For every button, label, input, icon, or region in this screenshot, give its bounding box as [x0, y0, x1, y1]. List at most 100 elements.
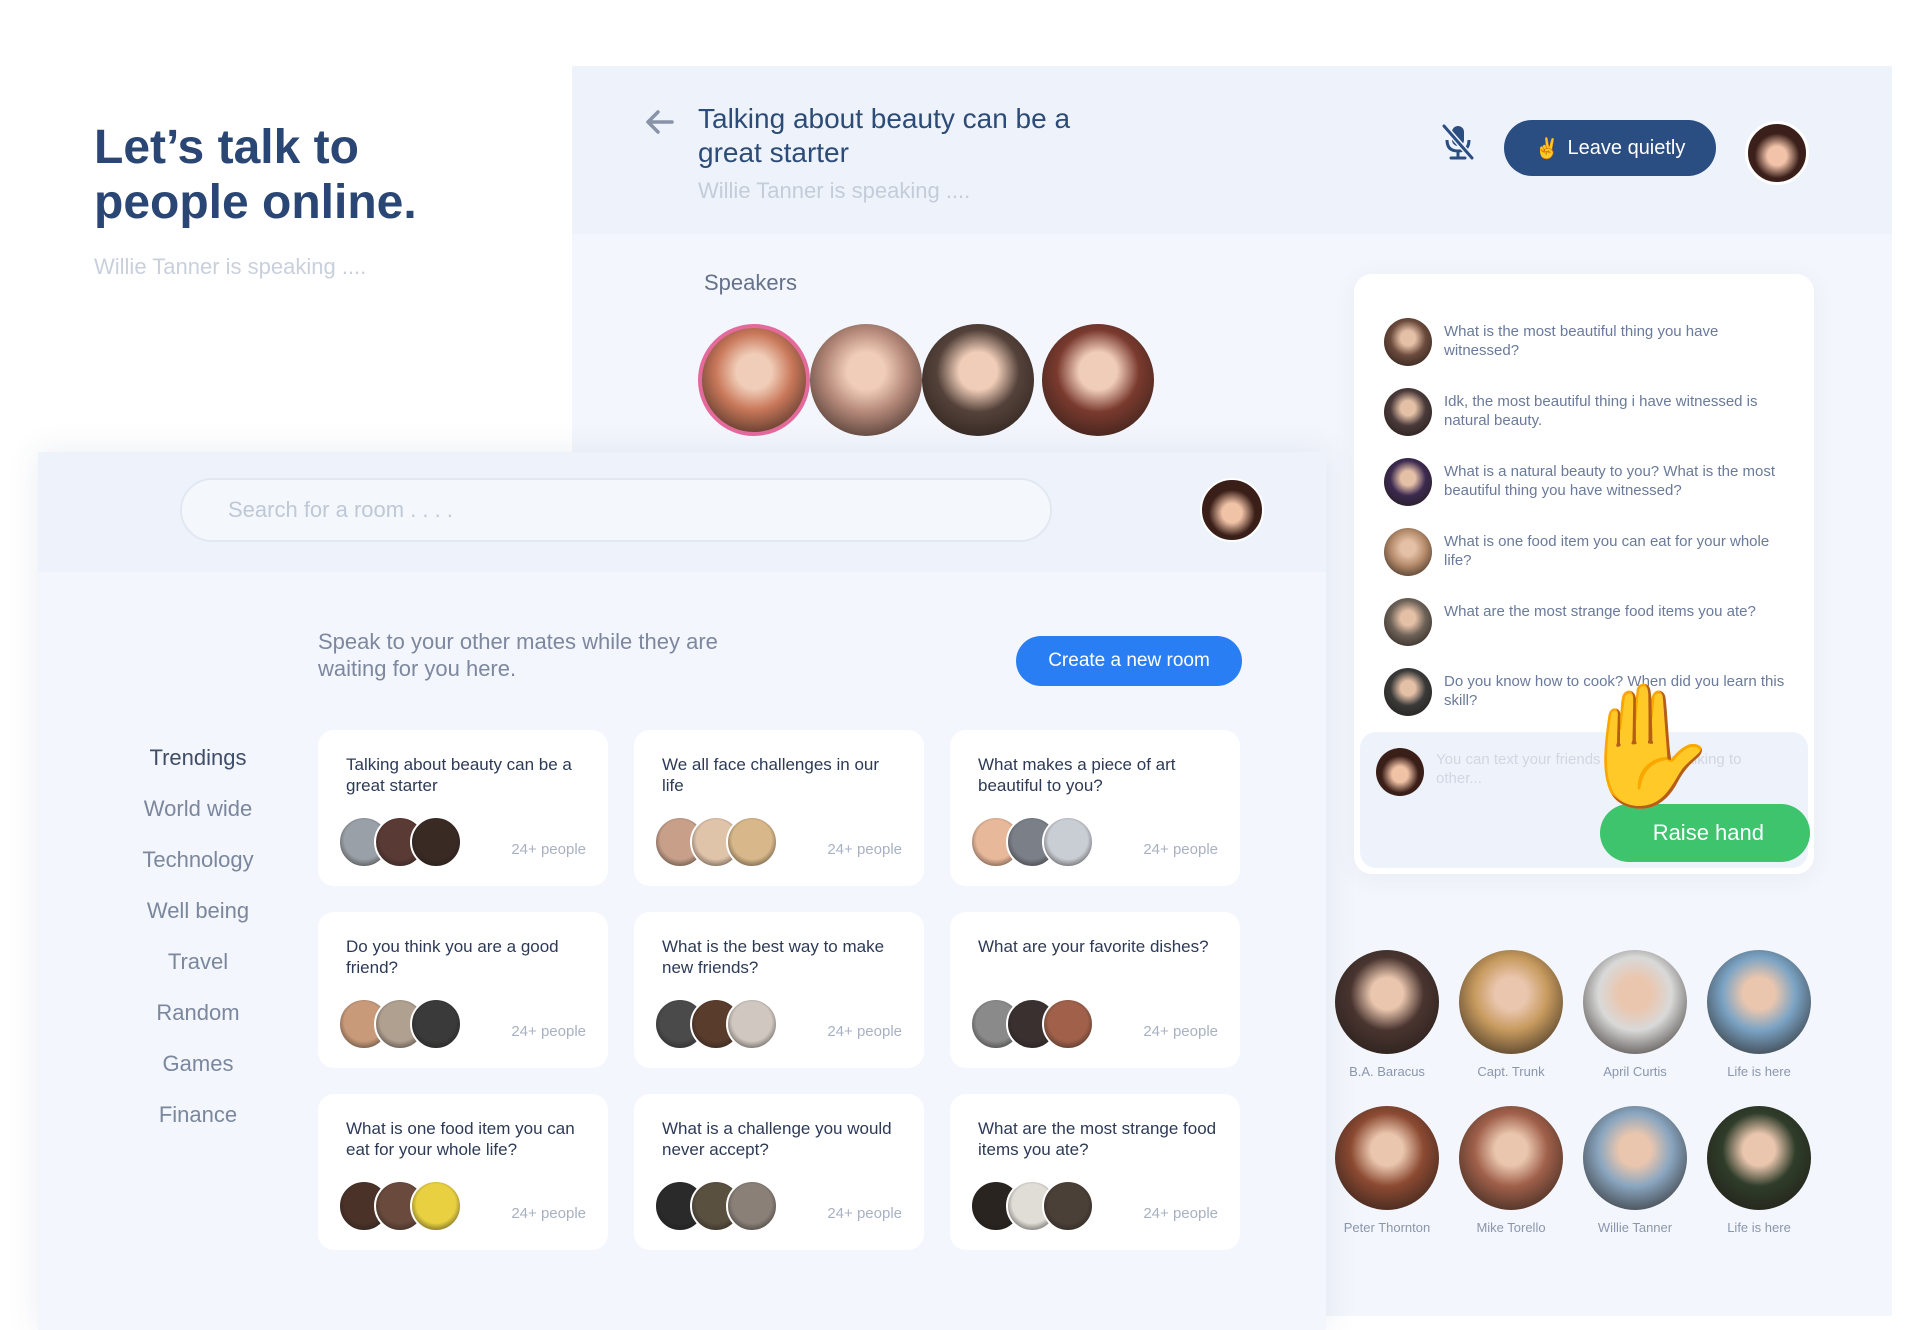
room-card[interactable]: What is one food item you can eat for yo…: [318, 1094, 608, 1250]
room-card-title: What is a challenge you would never acce…: [662, 1119, 892, 1159]
victory-hand-icon: ✌️: [1534, 137, 1560, 160]
room-card[interactable]: What are the most strange food items you…: [950, 1094, 1240, 1250]
speaker-avatar[interactable]: [810, 324, 922, 436]
audience-name: Life is here: [1727, 1220, 1791, 1235]
audience-member[interactable]: Life is here: [1704, 950, 1814, 1079]
category-world-wide[interactable]: World wide: [98, 783, 298, 834]
room-card-count: 24+ people: [827, 1205, 902, 1222]
room-card[interactable]: Talking about beauty can be a great star…: [318, 730, 608, 886]
room-card-count: 24+ people: [827, 841, 902, 858]
audience-member[interactable]: Capt. Trunk: [1456, 950, 1566, 1079]
participant-avatars: [338, 816, 478, 868]
category-finance[interactable]: Finance: [98, 1089, 298, 1140]
chat-avatar: [1384, 318, 1432, 366]
audience-member[interactable]: Life is here: [1704, 1106, 1814, 1235]
chat-avatar: [1384, 528, 1432, 576]
user-avatar[interactable]: [1745, 121, 1809, 185]
mic-off-icon[interactable]: [1436, 120, 1480, 164]
participant-avatar: [726, 1180, 778, 1232]
category-technology[interactable]: Technology: [98, 834, 298, 885]
audience-name: April Curtis: [1603, 1064, 1667, 1079]
room-card-title: What is one food item you can eat for yo…: [346, 1119, 575, 1159]
room-card-count: 24+ people: [511, 1205, 586, 1222]
search-input[interactable]: [180, 478, 1052, 542]
participant-avatar: [726, 998, 778, 1050]
chat-message: What are the most strange food items you…: [1384, 598, 1794, 646]
audience-member[interactable]: Mike Torello: [1456, 1106, 1566, 1235]
audience-name: Peter Thornton: [1343, 1220, 1431, 1235]
participant-avatars: [654, 816, 794, 868]
back-arrow-icon[interactable]: [642, 104, 678, 140]
participant-avatars: [338, 1180, 478, 1232]
room-card-count: 24+ people: [827, 1023, 902, 1040]
hero-title: Let’s talk to people online.: [94, 121, 417, 229]
chat-message: What is one food item you can eat for yo…: [1384, 528, 1794, 576]
audience-avatar: [1459, 1106, 1563, 1210]
room-card-title: What are the most strange food items you…: [978, 1119, 1217, 1159]
create-room-button[interactable]: Create a new room: [1016, 636, 1242, 686]
participant-avatars: [970, 816, 1110, 868]
category-trendings[interactable]: Trendings: [98, 732, 298, 783]
speaker-avatar[interactable]: [1042, 324, 1154, 436]
chat-avatar: [1384, 458, 1432, 506]
participant-avatar: [726, 816, 778, 868]
speakers-label: Speakers: [704, 270, 797, 295]
audience-avatar: [1583, 950, 1687, 1054]
room-title: Talking about beauty can be a great star…: [698, 103, 1071, 168]
room-card[interactable]: What are your favorite dishes? 24+ people: [950, 912, 1240, 1068]
audience-avatar: [1335, 1106, 1439, 1210]
room-status: Willie Tanner is speaking ....: [698, 178, 971, 203]
audience-member[interactable]: Willie Tanner: [1580, 1106, 1690, 1235]
audience-avatar: [1459, 950, 1563, 1054]
room-card-title: Talking about beauty can be a great star…: [346, 755, 572, 795]
category-random[interactable]: Random: [98, 987, 298, 1038]
chat-message-text: What is the most beautiful thing you hav…: [1444, 323, 1719, 359]
room-card[interactable]: What is a challenge you would never acce…: [634, 1094, 924, 1250]
chat-message-text: What is a natural beauty to you? What is…: [1444, 463, 1775, 499]
chat-message-text: What are the most strange food items you…: [1444, 603, 1756, 620]
participant-avatar: [1042, 1180, 1094, 1232]
chat-message: What is a natural beauty to you? What is…: [1384, 458, 1794, 506]
room-card[interactable]: Do you think you are a good friend? 24+ p…: [318, 912, 608, 1068]
participant-avatars: [970, 998, 1110, 1050]
audience-member[interactable]: April Curtis: [1580, 950, 1690, 1079]
room-card-title: We all face challenges in our life: [662, 755, 880, 795]
raised-hand-icon: ✋: [1572, 679, 1722, 813]
room-card-count: 24+ people: [511, 841, 586, 858]
participant-avatar: [410, 998, 462, 1050]
audience-avatar: [1583, 1106, 1687, 1210]
participant-avatars: [654, 1180, 794, 1232]
category-travel[interactable]: Travel: [98, 936, 298, 987]
speaker-avatar[interactable]: [698, 324, 810, 436]
leave-quietly-button[interactable]: ✌️ Leave quietly: [1504, 120, 1716, 176]
raise-hand-label: Raise hand: [1652, 820, 1764, 845]
chat-avatar: [1384, 598, 1432, 646]
participant-avatar: [410, 1180, 462, 1232]
audience-name: Mike Torello: [1476, 1220, 1546, 1235]
leave-quietly-label: Leave quietly: [1567, 136, 1686, 159]
room-card[interactable]: What makes a piece of art beautiful to y…: [950, 730, 1240, 886]
audience-avatar: [1707, 1106, 1811, 1210]
room-card[interactable]: What is the best way to make new friends…: [634, 912, 924, 1068]
speaker-avatar[interactable]: [922, 324, 1034, 436]
audience-name: Willie Tanner: [1597, 1220, 1673, 1235]
user-avatar[interactable]: [1200, 478, 1264, 542]
room-card-count: 24+ people: [1143, 841, 1218, 858]
room-card[interactable]: We all face challenges in our life 24+ pe…: [634, 730, 924, 886]
chat-avatar: [1384, 388, 1432, 436]
category-games[interactable]: Games: [98, 1038, 298, 1089]
participant-avatar: [410, 816, 462, 868]
room-card-title: Do you think you are a good friend?: [346, 937, 559, 977]
category-well-being[interactable]: Well being: [98, 885, 298, 936]
participant-avatar: [1042, 998, 1094, 1050]
audience-avatar: [1707, 950, 1811, 1054]
lobby-header: [38, 452, 1326, 572]
room-card-title: What makes a piece of art beautiful to y…: [978, 755, 1176, 795]
room-header: Talking about beauty can be a great star…: [572, 66, 1892, 234]
room-card-title: What are your favorite dishes?: [978, 937, 1209, 956]
audience-member[interactable]: Peter Thornton: [1332, 1106, 1442, 1235]
audience-name: Capt. Trunk: [1477, 1064, 1545, 1079]
audience-member[interactable]: B.A. Baracus: [1332, 950, 1442, 1079]
lobby-window: Speak to your other mates while they are…: [38, 452, 1326, 1330]
participant-avatars: [338, 998, 478, 1050]
